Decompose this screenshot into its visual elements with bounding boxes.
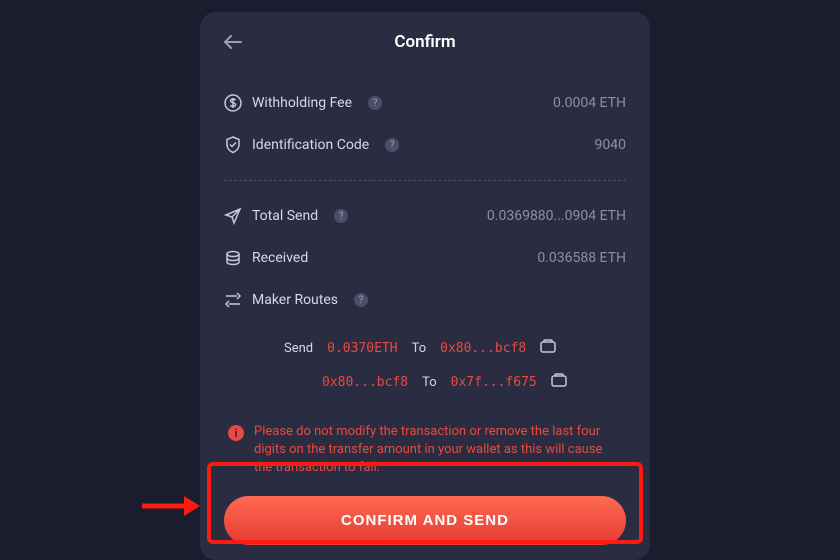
dollar-icon [224,94,242,112]
back-button[interactable] [224,34,242,53]
help-icon[interactable]: ? [385,138,399,152]
received-row: Received 0.036588 ETH [224,237,626,279]
confirm-and-send-button[interactable]: CONFIRM AND SEND [224,496,626,545]
section-divider [224,180,626,181]
total-send-label: Total Send [252,208,318,224]
warning-box: i Please do not modify the transaction o… [224,423,626,478]
identification-code-row: Identification Code ? 9040 [224,124,626,166]
annotation-arrow-icon [140,494,200,518]
withholding-fee-row: Withholding Fee ? 0.0004 ETH [224,82,626,124]
route-to-label: To [422,375,437,390]
route-address: 0x7f...f675 [451,375,537,390]
total-send-row: Total Send ? 0.0369880...0904 ETH [224,195,626,237]
maker-routes-label: Maker Routes [252,292,338,308]
withholding-fee-value: 0.0004 ETH [553,95,626,111]
help-icon[interactable]: ? [334,209,348,223]
identification-code-value: 9040 [595,137,626,153]
route-amount: 0.0370ETH [327,341,397,356]
routes-icon [224,291,242,309]
panel-header: Confirm [224,32,626,52]
warning-text: Please do not modify the transaction or … [254,423,622,478]
route-from-address: 0x80...bcf8 [322,375,408,390]
confirm-panel: Confirm Withholding Fee ? 0.0004 ETH Ide… [200,12,650,560]
route-row: 0x80...bcf8 To 0x7f...f675 [224,365,626,399]
received-value: 0.036588 ETH [537,250,626,266]
shield-icon [224,136,242,154]
page-title: Confirm [394,32,455,52]
warning-icon: i [228,425,244,441]
send-icon [224,207,242,225]
copy-icon[interactable] [540,339,556,357]
help-icon[interactable]: ? [354,293,368,307]
coins-icon [224,249,242,267]
routes-list: Send 0.0370ETH To 0x80...bcf8 0x80...bcf… [224,331,626,399]
received-label: Received [252,250,308,266]
identification-code-label: Identification Code [252,137,369,153]
copy-icon[interactable] [551,373,567,391]
withholding-fee-label: Withholding Fee [252,95,352,111]
route-to-label: To [412,341,427,356]
route-send-label: Send [284,341,313,356]
total-send-value: 0.0369880...0904 ETH [487,208,626,224]
maker-routes-row: Maker Routes ? [224,279,626,321]
route-row: Send 0.0370ETH To 0x80...bcf8 [224,331,626,365]
route-address: 0x80...bcf8 [440,341,526,356]
help-icon[interactable]: ? [368,96,382,110]
